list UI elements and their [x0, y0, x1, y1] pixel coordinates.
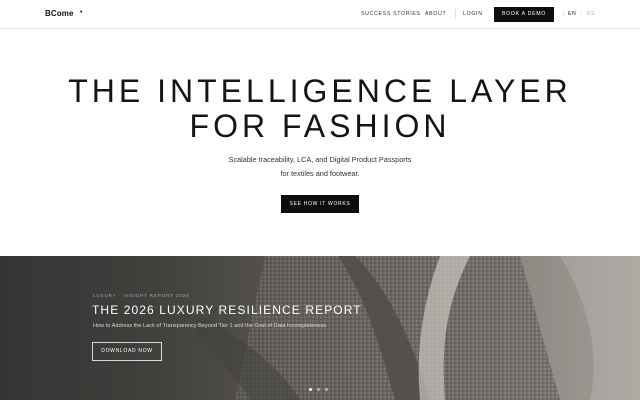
report-banner: LUXURY · INSIGHT REPORT 2026 THE 2026 LU… — [0, 256, 640, 400]
carousel-dot[interactable] — [317, 388, 320, 391]
nav-about[interactable]: ABOUT — [425, 11, 446, 17]
banner-eyebrow: LUXURY · INSIGHT REPORT 2026 — [93, 293, 190, 298]
hero-title-line-1: THE INTELLIGENCE LAYER — [68, 73, 572, 109]
language-separator: / — [580, 11, 582, 17]
nav-divider — [455, 9, 456, 19]
hero-subtitle-line-2: for textiles and footwear. — [280, 169, 360, 178]
brand-logo[interactable]: BCome — [45, 9, 74, 18]
see-how-it-works-button[interactable]: SEE HOW IT WORKS — [281, 195, 359, 213]
hero-title-line-2: FOR FASHION — [189, 108, 451, 144]
language-en[interactable]: EN — [568, 11, 576, 17]
site-header: BCome • SUCCESS STORIES ABOUT LOGIN BOOK… — [0, 0, 640, 29]
hero-subtitle-line-1: Scalable traceability, LCA, and Digital … — [228, 155, 412, 164]
download-now-button[interactable]: DOWNLOAD NOW — [92, 342, 162, 361]
banner-subtitle: How to Address the Lack of Transparency … — [93, 323, 327, 329]
language-es[interactable]: ES — [587, 11, 595, 17]
carousel-dot[interactable] — [325, 388, 328, 391]
book-demo-button[interactable]: BOOK A DEMO — [494, 7, 554, 22]
nav-success-stories[interactable]: SUCCESS STORIES — [361, 11, 421, 17]
carousel-dot[interactable] — [309, 388, 312, 391]
language-divider: | — [563, 11, 565, 17]
logo-mark-icon: • — [80, 9, 83, 16]
banner-title: THE 2026 LUXURY RESILIENCE REPORT — [92, 303, 362, 317]
nav-login[interactable]: LOGIN — [463, 11, 483, 17]
